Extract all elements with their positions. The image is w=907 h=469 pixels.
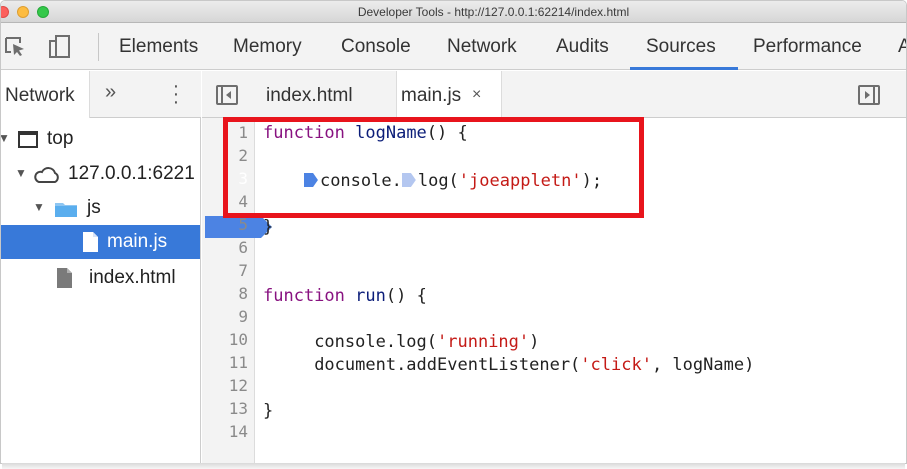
- tab-audits[interactable]: Audits: [556, 36, 609, 58]
- folder-icon: [55, 203, 77, 217]
- code-line-10[interactable]: console.log('running'): [263, 332, 539, 352]
- title-bar: Developer Tools - http://127.0.0.1:62214…: [1, 1, 906, 23]
- collapse-triangle-icon[interactable]: ▼: [33, 200, 45, 214]
- line-number[interactable]: 4: [208, 192, 248, 211]
- code-text: }: [263, 401, 274, 421]
- code-line-13[interactable]: }: [263, 401, 273, 421]
- code-text: log(: [417, 171, 459, 191]
- code-text: document.addEventListener(: [314, 355, 581, 375]
- line-number[interactable]: 6: [208, 238, 248, 257]
- tree-item-top[interactable]: ▼ top: [1, 122, 200, 156]
- device-toolbar-icon[interactable]: [49, 35, 71, 59]
- tree-item-js-folder[interactable]: ▼ js: [1, 191, 200, 225]
- tree-item-index-html[interactable]: index.html: [1, 261, 200, 295]
- navigator-header: Network » · · ·: [1, 71, 201, 118]
- code-text: () {: [426, 123, 468, 143]
- tab-memory[interactable]: Memory: [233, 36, 302, 58]
- line-number[interactable]: 1: [208, 123, 248, 142]
- devtools-window: Developer Tools - http://127.0.0.1:62214…: [0, 0, 907, 464]
- code-line-11[interactable]: document.addEventListener('click', logNa…: [263, 355, 754, 375]
- tree-item-label: index.html: [89, 267, 176, 288]
- window-shadow: [2, 463, 905, 469]
- function-name: logName: [355, 123, 427, 143]
- tab-performance[interactable]: Performance: [753, 36, 862, 58]
- keyword: function: [263, 286, 345, 306]
- line-number[interactable]: 11: [208, 353, 248, 372]
- code-text: , logName): [651, 355, 755, 375]
- code-line-1[interactable]: function logName() {: [263, 123, 468, 143]
- window-title: Developer Tools - http://127.0.0.1:62214…: [357, 5, 630, 19]
- tab-elements[interactable]: Elements: [119, 36, 198, 58]
- close-tab-icon[interactable]: ×: [472, 86, 481, 104]
- navigator-tab-label: Network: [5, 85, 75, 106]
- toggle-navigator-icon[interactable]: [216, 85, 238, 105]
- toolbar-divider: [98, 33, 99, 61]
- line-number-gutter[interactable]: 1 2 3 4 5 6 7 8 9 10 11 12 13 14: [202, 118, 272, 463]
- inspect-element-icon[interactable]: [5, 37, 27, 57]
- code-line-5[interactable]: }: [263, 217, 273, 237]
- tab-more-truncated[interactable]: A: [898, 36, 906, 58]
- line-number[interactable]: 13: [208, 399, 248, 418]
- collapse-triangle-icon[interactable]: ▼: [15, 166, 27, 180]
- frame-icon: [18, 131, 38, 148]
- file-icon: [83, 232, 98, 252]
- navigator-menu-button[interactable]: · · ·: [171, 76, 181, 112]
- editor-tab-bar: index.html main.js ×: [202, 71, 906, 118]
- tab-network[interactable]: Network: [447, 36, 517, 58]
- tree-item-host[interactable]: ▼ 127.0.0.1:6221: [1, 157, 200, 191]
- collapse-triangle-icon[interactable]: ▼: [1, 131, 10, 145]
- tab-console[interactable]: Console: [341, 36, 411, 58]
- line-number[interactable]: 8: [208, 284, 248, 303]
- cloud-icon: [34, 167, 59, 183]
- editor-tab-index-html[interactable]: index.html: [266, 85, 353, 107]
- line-number[interactable]: 12: [208, 376, 248, 395]
- tree-item-label: 127.0.0.1:6221: [68, 163, 195, 184]
- inline-breakpoint-icon[interactable]: [401, 173, 416, 187]
- tree-item-main-js[interactable]: main.js: [1, 225, 200, 259]
- line-number[interactable]: 5: [208, 215, 248, 234]
- inline-breakpoint-icon[interactable]: [303, 173, 318, 187]
- line-number[interactable]: 10: [208, 330, 248, 349]
- editor-tab-main-js-label: main.js: [401, 85, 462, 106]
- more-tabs-button[interactable]: »: [105, 81, 116, 104]
- file-icon: [57, 268, 72, 288]
- line-number[interactable]: 2: [208, 146, 248, 165]
- tree-item-label: js: [87, 197, 101, 218]
- tab-sources[interactable]: Sources: [646, 36, 716, 58]
- toggle-debugger-icon[interactable]: [858, 85, 880, 105]
- keyword: function: [263, 123, 345, 143]
- code-text: console.log(: [314, 332, 438, 352]
- string-literal: 'running': [437, 332, 530, 352]
- line-number[interactable]: 9: [208, 307, 248, 326]
- navigator-pane: Network » ··· ▼ top ▼ 127.0.0.1:6221 ▼: [1, 71, 201, 463]
- code-text: );: [581, 171, 603, 191]
- line-number[interactable]: 3: [208, 169, 248, 188]
- function-name: run: [355, 286, 386, 306]
- active-tab-indicator: [630, 67, 738, 70]
- line-number[interactable]: 14: [208, 422, 248, 441]
- tree-item-label: top: [47, 128, 74, 149]
- string-literal: 'click': [580, 355, 652, 375]
- editor-pane: index.html main.js × 1 2 3 4 5 6 7 8 9 1…: [202, 71, 906, 463]
- code-line-8[interactable]: function run() {: [263, 286, 427, 306]
- main-tab-bar: Elements Memory Console Network Audits S…: [1, 23, 906, 70]
- tree-item-label: main.js: [107, 231, 168, 252]
- code-text: () {: [385, 286, 427, 306]
- string-literal: 'joeappletn': [458, 171, 582, 191]
- code-line-3[interactable]: console. log('joeappletn');: [263, 171, 602, 191]
- code-text: console.: [319, 171, 402, 191]
- code-text: }: [263, 217, 274, 237]
- line-number[interactable]: 7: [208, 261, 248, 280]
- code-text: ): [529, 332, 540, 352]
